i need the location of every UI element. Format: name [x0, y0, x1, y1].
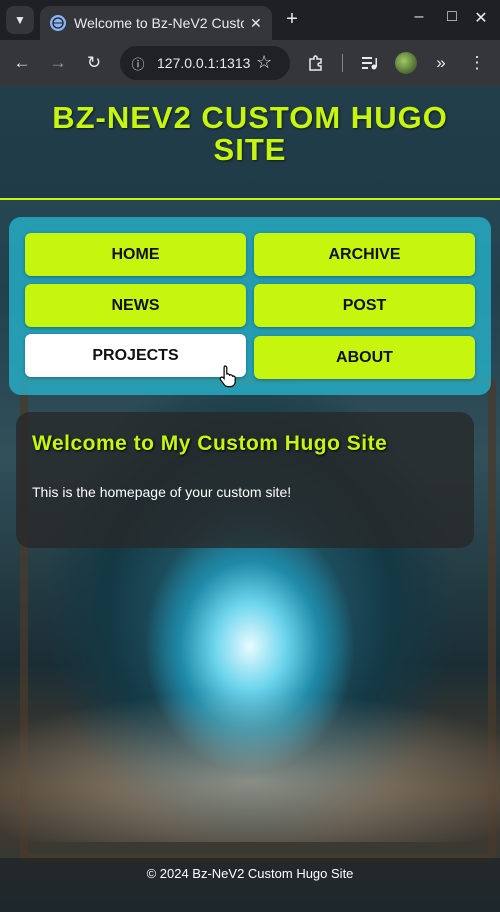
page-viewport: BZ-NEV2 CUSTOM HUGO SITE HOME ARCHIVE NE… — [0, 86, 500, 912]
media-controls-icon[interactable] — [357, 50, 383, 76]
browser-toolbar: ← → ↻ ⓘ 127.0.0.1:1313 ☆ » ⋮ — [0, 40, 500, 86]
nav-about-button[interactable]: ABOUT — [254, 336, 475, 379]
site-footer: © 2024 Bz-NeV2 Custom Hugo Site — [0, 858, 500, 912]
site-header: BZ-NEV2 CUSTOM HUGO SITE — [0, 86, 500, 200]
bookmark-star-icon[interactable]: ☆ — [256, 52, 272, 73]
close-tab-icon[interactable]: ✕ — [250, 15, 262, 32]
tab-search-button[interactable]: ▼ — [6, 6, 34, 34]
nav-news-button[interactable]: NEWS — [25, 284, 246, 327]
welcome-text: This is the homepage of your custom site… — [32, 484, 292, 500]
new-tab-button[interactable]: + — [280, 8, 304, 31]
extensions-puzzle-icon[interactable] — [303, 50, 329, 76]
toolbar-divider — [342, 54, 343, 72]
hand-pointer-cursor-icon — [219, 364, 239, 393]
close-window-button[interactable]: ✕ — [469, 8, 493, 28]
footer-copyright: © 2024 Bz-NeV2 Custom Hugo Site — [146, 866, 354, 881]
chevron-down-icon: ▼ — [14, 13, 26, 27]
site-info-icon[interactable]: ⓘ — [128, 53, 148, 73]
welcome-heading: Welcome to My Custom Hugo Site — [32, 432, 388, 455]
main-nav: HOME ARCHIVE NEWS POST PROJECTS ABOUT — [9, 217, 491, 395]
minimize-button[interactable]: – — [407, 8, 431, 26]
maximize-button[interactable]: □ — [440, 8, 464, 26]
tab-strip: ▼ Welcome to Bz-NeV2 Custom Hugo Site ✕ … — [0, 0, 500, 40]
nav-post-button[interactable]: POST — [254, 284, 475, 327]
nav-projects-button[interactable]: PROJECTS — [25, 334, 246, 377]
tab-title: Welcome to Bz-NeV2 Custom Hugo Site — [74, 15, 244, 31]
profile-avatar[interactable] — [395, 52, 417, 74]
address-bar[interactable]: ⓘ 127.0.0.1:1313 ☆ — [120, 46, 290, 80]
background-dust — [0, 662, 500, 842]
globe-icon — [50, 15, 66, 31]
reload-icon[interactable]: ↻ — [81, 50, 107, 76]
browser-tab-active[interactable]: Welcome to Bz-NeV2 Custom Hugo Site ✕ — [40, 6, 272, 40]
nav-home-button[interactable]: HOME — [25, 233, 246, 276]
forward-arrow-icon[interactable]: → — [45, 50, 71, 76]
site-title[interactable]: BZ-NEV2 CUSTOM HUGO SITE — [20, 102, 480, 166]
nav-archive-button[interactable]: ARCHIVE — [254, 233, 475, 276]
url-text[interactable]: 127.0.0.1:1313 — [157, 55, 252, 71]
more-tabs-chevrons-icon[interactable]: » — [428, 50, 454, 76]
back-arrow-icon[interactable]: ← — [9, 50, 35, 76]
welcome-card: Welcome to My Custom Hugo Site This is t… — [16, 412, 474, 548]
kebab-menu-icon[interactable]: ⋮ — [464, 50, 490, 76]
